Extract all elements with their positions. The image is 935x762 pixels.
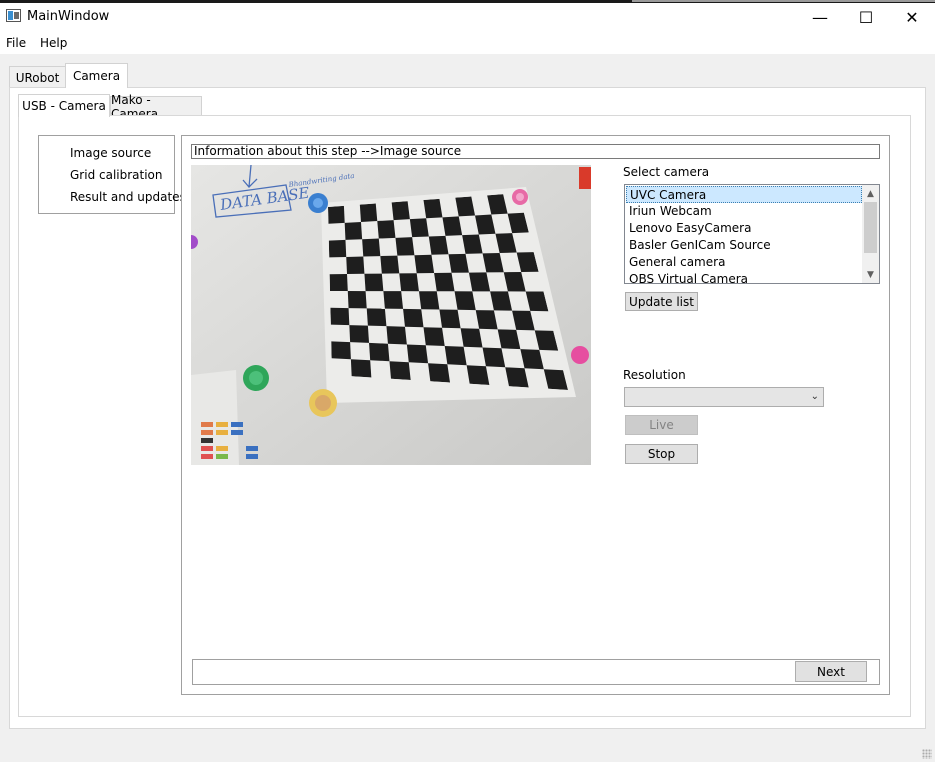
checker-square: [362, 238, 381, 257]
checker-square: [423, 327, 445, 346]
camera-option-iriun[interactable]: Iriun Webcam: [626, 203, 862, 220]
checker-square: [328, 205, 345, 224]
checker-square: [349, 325, 370, 343]
camera-preview: DATA BASE Bhandwriting data: [191, 165, 591, 465]
menu-bar: [0, 32, 935, 54]
checker-square: [377, 220, 396, 239]
stop-button[interactable]: Stop: [625, 444, 698, 464]
camera-option-lenovo[interactable]: Lenovo EasyCamera: [626, 220, 862, 237]
update-list-button[interactable]: Update list: [625, 292, 698, 311]
checker-square: [448, 253, 469, 273]
checker-square: [423, 198, 443, 219]
checker-square: [395, 237, 415, 256]
minimize-button[interactable]: —: [797, 3, 843, 32]
resize-grip-icon[interactable]: [922, 749, 932, 759]
checker-square: [328, 239, 347, 258]
close-button[interactable]: ✕: [889, 3, 935, 32]
listbox-scrollbar[interactable]: ▲ ▼: [862, 185, 879, 283]
step-image-source[interactable]: Image source: [70, 146, 151, 160]
tab-usb-camera[interactable]: USB - Camera: [18, 94, 110, 117]
minimize-icon: —: [812, 8, 828, 27]
checker-square: [350, 359, 372, 378]
checker-square: [383, 291, 404, 309]
window-title: MainWindow: [27, 9, 110, 24]
step-info-field: Information about this step -->Image sou…: [191, 144, 880, 159]
camera-option-general[interactable]: General camera: [626, 254, 862, 271]
app-icon: [6, 9, 21, 22]
step-result-and-updates[interactable]: Result and updates: [70, 190, 186, 204]
checker-square: [369, 342, 390, 362]
scroll-up-icon[interactable]: ▲: [862, 185, 879, 202]
tab-mako-camera[interactable]: Mako - Camera: [110, 93, 202, 121]
checker-square: [329, 274, 348, 292]
checker-square: [399, 273, 419, 292]
step-grid-calibration[interactable]: Grid calibration: [70, 168, 163, 182]
checker-square: [347, 291, 367, 309]
checker-square: [386, 326, 407, 345]
checker-square: [460, 328, 483, 348]
title-bar[interactable]: [0, 3, 935, 32]
checker-square: [331, 341, 351, 360]
checker-square: [444, 346, 467, 366]
checker-square: [418, 291, 440, 310]
checker-square: [409, 218, 429, 238]
checker-square: [439, 309, 461, 329]
checker-square: [406, 344, 429, 364]
checker-square: [346, 256, 365, 274]
camera-option-obs[interactable]: OBS Virtual Camera: [626, 271, 862, 283]
camera-frame: DATA BASE Bhandwriting data: [191, 165, 591, 465]
checker-square: [364, 273, 384, 292]
camera-listbox[interactable]: UVC Camera Iriun Webcam Lenovo EasyCamer…: [624, 184, 880, 284]
checker-square: [466, 365, 490, 385]
checker-square: [391, 201, 410, 221]
checker-square: [403, 308, 424, 328]
next-button[interactable]: Next: [795, 661, 867, 682]
live-button[interactable]: Live: [625, 415, 698, 435]
resolution-label: Resolution: [623, 368, 686, 382]
checker-square: [454, 291, 476, 311]
checker-square: [414, 254, 435, 274]
chevron-down-icon: ⌄: [810, 391, 819, 402]
menu-help[interactable]: Help: [40, 36, 67, 50]
resolution-combo[interactable]: ⌄: [624, 387, 824, 407]
tab-urobot[interactable]: URobot: [9, 66, 66, 88]
checker-square: [380, 255, 400, 274]
checker-square: [344, 221, 363, 240]
checker-square: [482, 347, 506, 368]
tab-camera[interactable]: Camera: [65, 63, 128, 88]
menu-file[interactable]: File: [6, 36, 26, 50]
checker-square: [428, 235, 449, 255]
checker-square: [389, 361, 411, 380]
close-icon: ✕: [905, 8, 919, 27]
camera-option-uvc[interactable]: UVC Camera: [626, 186, 862, 203]
navigation-bar: [192, 659, 880, 685]
checker-square: [434, 272, 455, 292]
checker-square: [428, 363, 450, 383]
checker-square: [442, 216, 463, 236]
camera-option-basler[interactable]: Basler GenICam Source: [626, 237, 862, 254]
checker-square: [330, 307, 350, 326]
checker-square: [475, 310, 498, 330]
scroll-thumb[interactable]: [864, 202, 877, 253]
scroll-down-icon[interactable]: ▼: [862, 266, 879, 283]
select-camera-label: Select camera: [623, 165, 710, 179]
checker-square: [359, 203, 378, 222]
checker-square: [366, 308, 387, 327]
maximize-icon: ☐: [858, 8, 874, 27]
maximize-button[interactable]: ☐: [843, 3, 889, 32]
